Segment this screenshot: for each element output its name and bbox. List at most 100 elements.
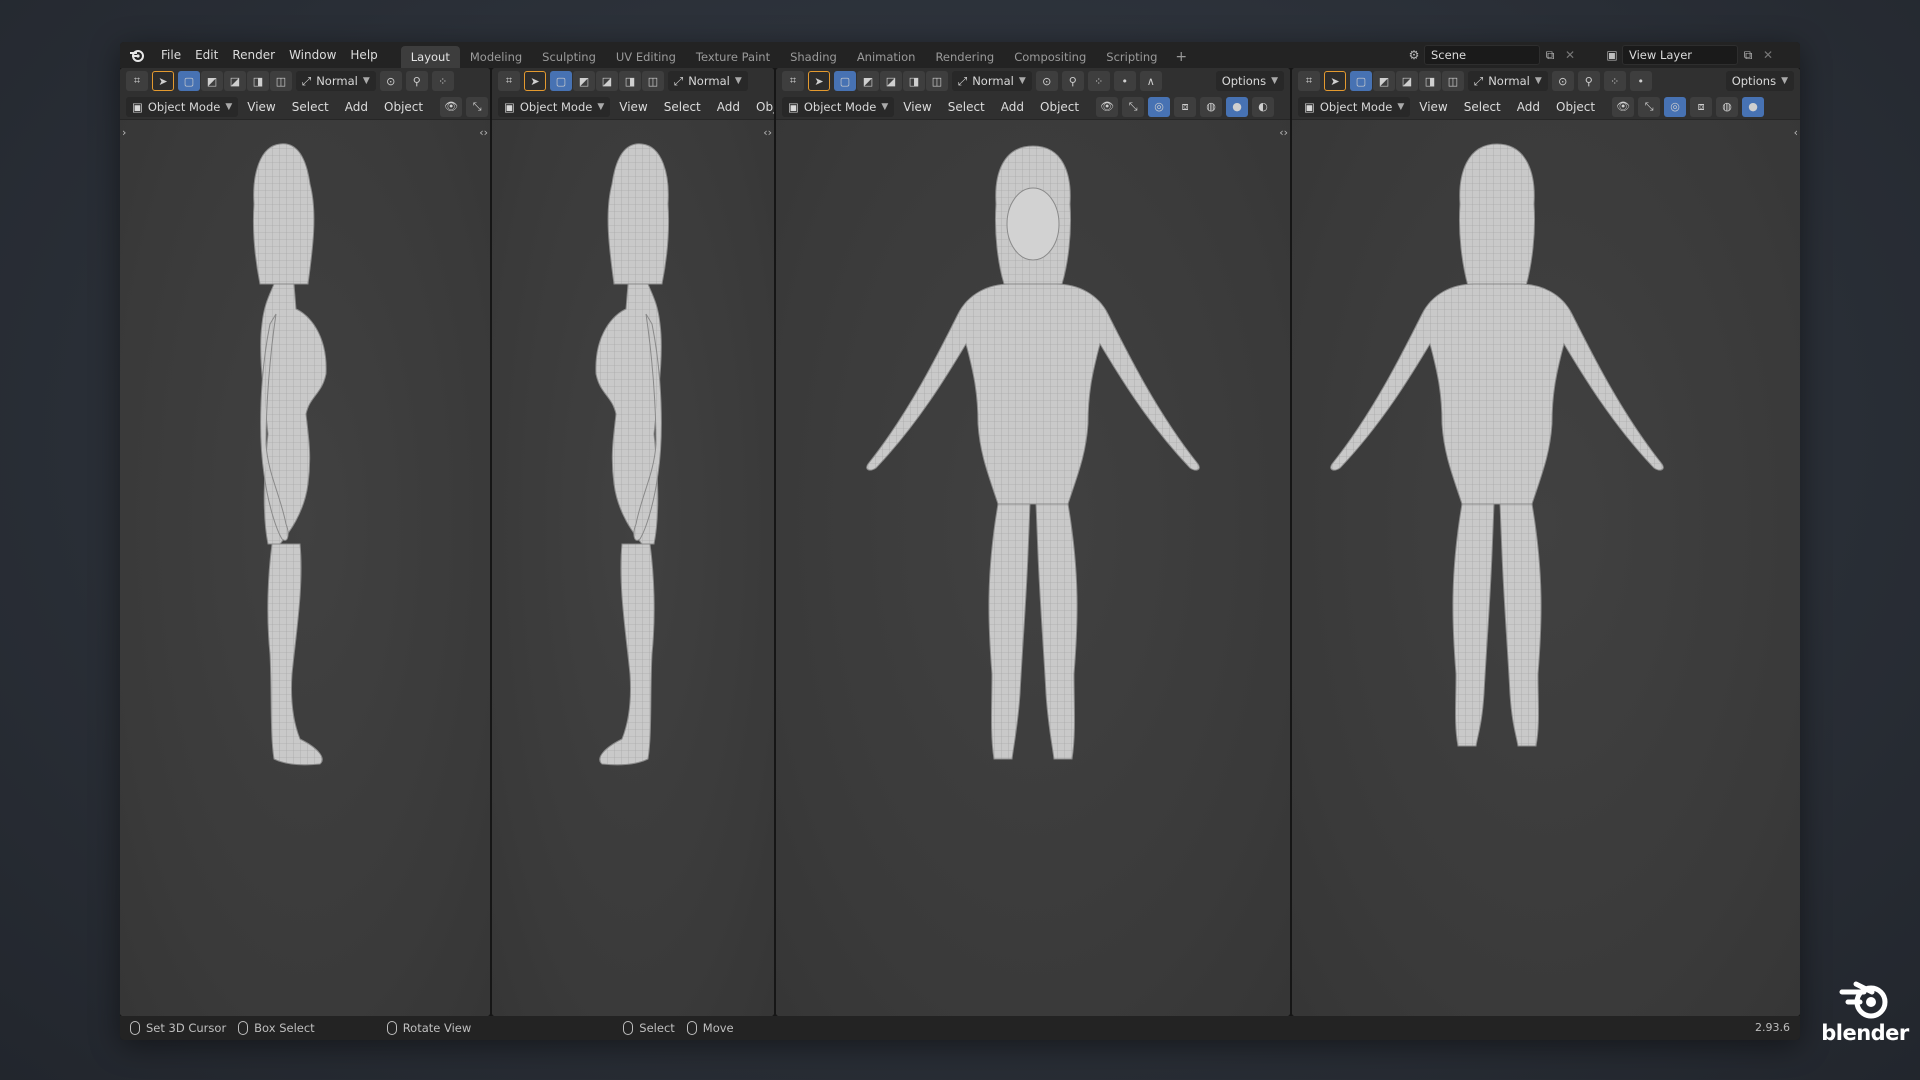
mode-dropdown[interactable]: ▣ Object Mode ▼ bbox=[1298, 96, 1411, 117]
menu-file[interactable]: File bbox=[154, 42, 188, 68]
gizmo-icon[interactable]: ⤡ bbox=[466, 96, 489, 117]
viewport-left[interactable]: ⌗ ➤ ▢ ◩ ◪ ◨ ◫ ⤢ Normal ▼ ⊙ ⚲ ⁘ ▣ Object Mod… bbox=[120, 68, 490, 1016]
gizmo-icon[interactable]: ⤡ bbox=[1122, 96, 1145, 117]
falloff-icon[interactable]: ∧ bbox=[1139, 71, 1162, 91]
viewport-canvas[interactable] bbox=[776, 120, 1290, 1016]
view-layer-icon[interactable]: ▣ bbox=[1602, 45, 1622, 65]
viewport-canvas[interactable] bbox=[1292, 120, 1800, 1016]
sidebar-expand-icon[interactable]: ‹ bbox=[1794, 126, 1798, 139]
visibility-icon[interactable]: 👁 bbox=[1096, 96, 1119, 117]
menu-render[interactable]: Render bbox=[225, 42, 282, 68]
select-new-icon[interactable]: ▢ bbox=[834, 71, 856, 91]
pivot-icon[interactable]: ⊙ bbox=[379, 71, 402, 91]
snap-grid-icon[interactable]: ⁘ bbox=[1603, 71, 1626, 91]
tab-sculpting[interactable]: Sculpting bbox=[532, 46, 606, 68]
select-subtract-icon[interactable]: ◪ bbox=[596, 71, 618, 91]
tab-compositing[interactable]: Compositing bbox=[1004, 46, 1096, 68]
menu-view[interactable]: View bbox=[240, 100, 282, 114]
tab-uv-editing[interactable]: UV Editing bbox=[606, 46, 686, 68]
snap-icon[interactable]: ⚲ bbox=[405, 71, 428, 91]
select-tool-icon[interactable]: ➤ bbox=[1324, 71, 1346, 91]
menu-view[interactable]: View bbox=[1412, 100, 1454, 114]
wireframe-shading-icon[interactable]: ◍ bbox=[1716, 96, 1739, 117]
menu-window[interactable]: Window bbox=[282, 42, 343, 68]
select-subtract-icon[interactable]: ◪ bbox=[224, 71, 246, 91]
menu-select[interactable]: Select bbox=[657, 100, 708, 114]
wireframe-shading-icon[interactable]: ◍ bbox=[1200, 96, 1223, 117]
select-invert-icon[interactable]: ◨ bbox=[619, 71, 641, 91]
gizmo-icon[interactable]: ⤡ bbox=[1638, 96, 1661, 117]
select-new-icon[interactable]: ▢ bbox=[550, 71, 572, 91]
select-invert-icon[interactable]: ◨ bbox=[903, 71, 925, 91]
menu-object[interactable]: Object bbox=[377, 100, 430, 114]
select-invert-icon[interactable]: ◨ bbox=[247, 71, 269, 91]
select-extend-icon[interactable]: ◩ bbox=[573, 71, 595, 91]
plus-icon[interactable]: + bbox=[1167, 46, 1195, 68]
editor-type-icon[interactable]: ⌗ bbox=[782, 71, 804, 91]
select-new-icon[interactable]: ▢ bbox=[1350, 71, 1372, 91]
proportional-edit-icon[interactable]: • bbox=[1629, 71, 1652, 91]
select-tool-icon[interactable]: ➤ bbox=[524, 71, 546, 91]
mode-dropdown[interactable]: ▣ Object Mode ▼ bbox=[498, 96, 611, 117]
menu-add[interactable]: Add bbox=[1510, 100, 1547, 114]
toolbar-expand-icon[interactable]: › bbox=[122, 126, 126, 139]
delete-scene-icon[interactable]: ✕ bbox=[1560, 45, 1580, 65]
transform-orientation-dropdown[interactable]: ⤢ Normal ▼ bbox=[668, 71, 748, 91]
select-intersect-icon[interactable]: ◫ bbox=[642, 71, 664, 91]
menu-add[interactable]: Add bbox=[710, 100, 747, 114]
tab-rendering[interactable]: Rendering bbox=[925, 46, 1004, 68]
menu-select[interactable]: Select bbox=[941, 100, 992, 114]
options-dropdown[interactable]: Options ▼ bbox=[1215, 71, 1284, 91]
overlays-icon[interactable]: ◎ bbox=[1664, 96, 1687, 117]
select-intersect-icon[interactable]: ◫ bbox=[1442, 71, 1464, 91]
sidebar-expand-icon[interactable]: ‹› bbox=[479, 126, 488, 139]
mode-dropdown[interactable]: ▣ Object Mode ▼ bbox=[782, 96, 895, 117]
select-invert-icon[interactable]: ◨ bbox=[1419, 71, 1441, 91]
sidebar-expand-icon[interactable]: ‹› bbox=[763, 126, 772, 139]
select-tool-icon[interactable]: ➤ bbox=[808, 71, 830, 91]
view-layer-field[interactable]: View Layer bbox=[1622, 45, 1738, 65]
mode-dropdown[interactable]: ▣ Object Mode ▼ bbox=[126, 96, 239, 117]
select-tool-icon[interactable]: ➤ bbox=[152, 71, 174, 91]
figure-front[interactable] bbox=[798, 134, 1268, 784]
viewport-back[interactable]: ⌗ ➤ ▢ ◩ ◪ ◨ ◫ ⤢ Normal ▼ ⊙ ⚲ ⁘ • Options ▼ … bbox=[1292, 68, 1800, 1016]
xray-icon[interactable]: ⧈ bbox=[1174, 96, 1197, 117]
select-intersect-icon[interactable]: ◫ bbox=[270, 71, 292, 91]
editor-type-icon[interactable]: ⌗ bbox=[126, 71, 148, 91]
solid-shading-icon[interactable]: ● bbox=[1226, 96, 1249, 117]
sidebar-expand-icon[interactable]: ‹› bbox=[1279, 126, 1288, 139]
figure-side-left[interactable] bbox=[562, 134, 692, 784]
select-intersect-icon[interactable]: ◫ bbox=[926, 71, 948, 91]
menu-add[interactable]: Add bbox=[994, 100, 1031, 114]
viewport-front[interactable]: ⌗ ➤ ▢ ◩ ◪ ◨ ◫ ⤢ Normal ▼ ⊙ ⚲ ⁘ • ∧ Options… bbox=[776, 68, 1290, 1016]
new-view-layer-icon[interactable]: ⧉ bbox=[1738, 45, 1758, 65]
menu-add[interactable]: Add bbox=[338, 100, 375, 114]
menu-select[interactable]: Select bbox=[285, 100, 336, 114]
tab-animation[interactable]: Animation bbox=[847, 46, 926, 68]
snap-grid-icon[interactable]: ⁘ bbox=[1087, 71, 1110, 91]
snap-icon[interactable]: ⚲ bbox=[1061, 71, 1084, 91]
select-extend-icon[interactable]: ◩ bbox=[201, 71, 223, 91]
material-shading-icon[interactable]: ◐ bbox=[1252, 96, 1275, 117]
menu-help[interactable]: Help bbox=[343, 42, 384, 68]
select-subtract-icon[interactable]: ◪ bbox=[880, 71, 902, 91]
transform-orientation-dropdown[interactable]: ⤢ Normal ▼ bbox=[296, 71, 376, 91]
overlays-icon[interactable]: ◎ bbox=[1148, 96, 1171, 117]
select-new-icon[interactable]: ▢ bbox=[178, 71, 200, 91]
menu-select[interactable]: Select bbox=[1457, 100, 1508, 114]
tab-modeling[interactable]: Modeling bbox=[460, 46, 532, 68]
snap-grid-icon[interactable]: ⁘ bbox=[431, 71, 454, 91]
transform-orientation-dropdown[interactable]: ⤢ Normal ▼ bbox=[1468, 71, 1548, 91]
proportional-edit-icon[interactable]: • bbox=[1113, 71, 1136, 91]
visibility-icon[interactable]: 👁 bbox=[1612, 96, 1635, 117]
tab-shading[interactable]: Shading bbox=[780, 46, 847, 68]
solid-shading-icon[interactable]: ● bbox=[1742, 96, 1765, 117]
blender-logo-icon[interactable] bbox=[126, 44, 148, 66]
select-subtract-icon[interactable]: ◪ bbox=[1396, 71, 1418, 91]
options-dropdown[interactable]: Options ▼ bbox=[1725, 71, 1794, 91]
editor-type-icon[interactable]: ⌗ bbox=[1298, 71, 1320, 91]
transform-orientation-dropdown[interactable]: ⤢ Normal ▼ bbox=[952, 71, 1032, 91]
menu-view[interactable]: View bbox=[896, 100, 938, 114]
pivot-icon[interactable]: ⊙ bbox=[1551, 71, 1574, 91]
tab-layout[interactable]: Layout bbox=[400, 46, 460, 68]
